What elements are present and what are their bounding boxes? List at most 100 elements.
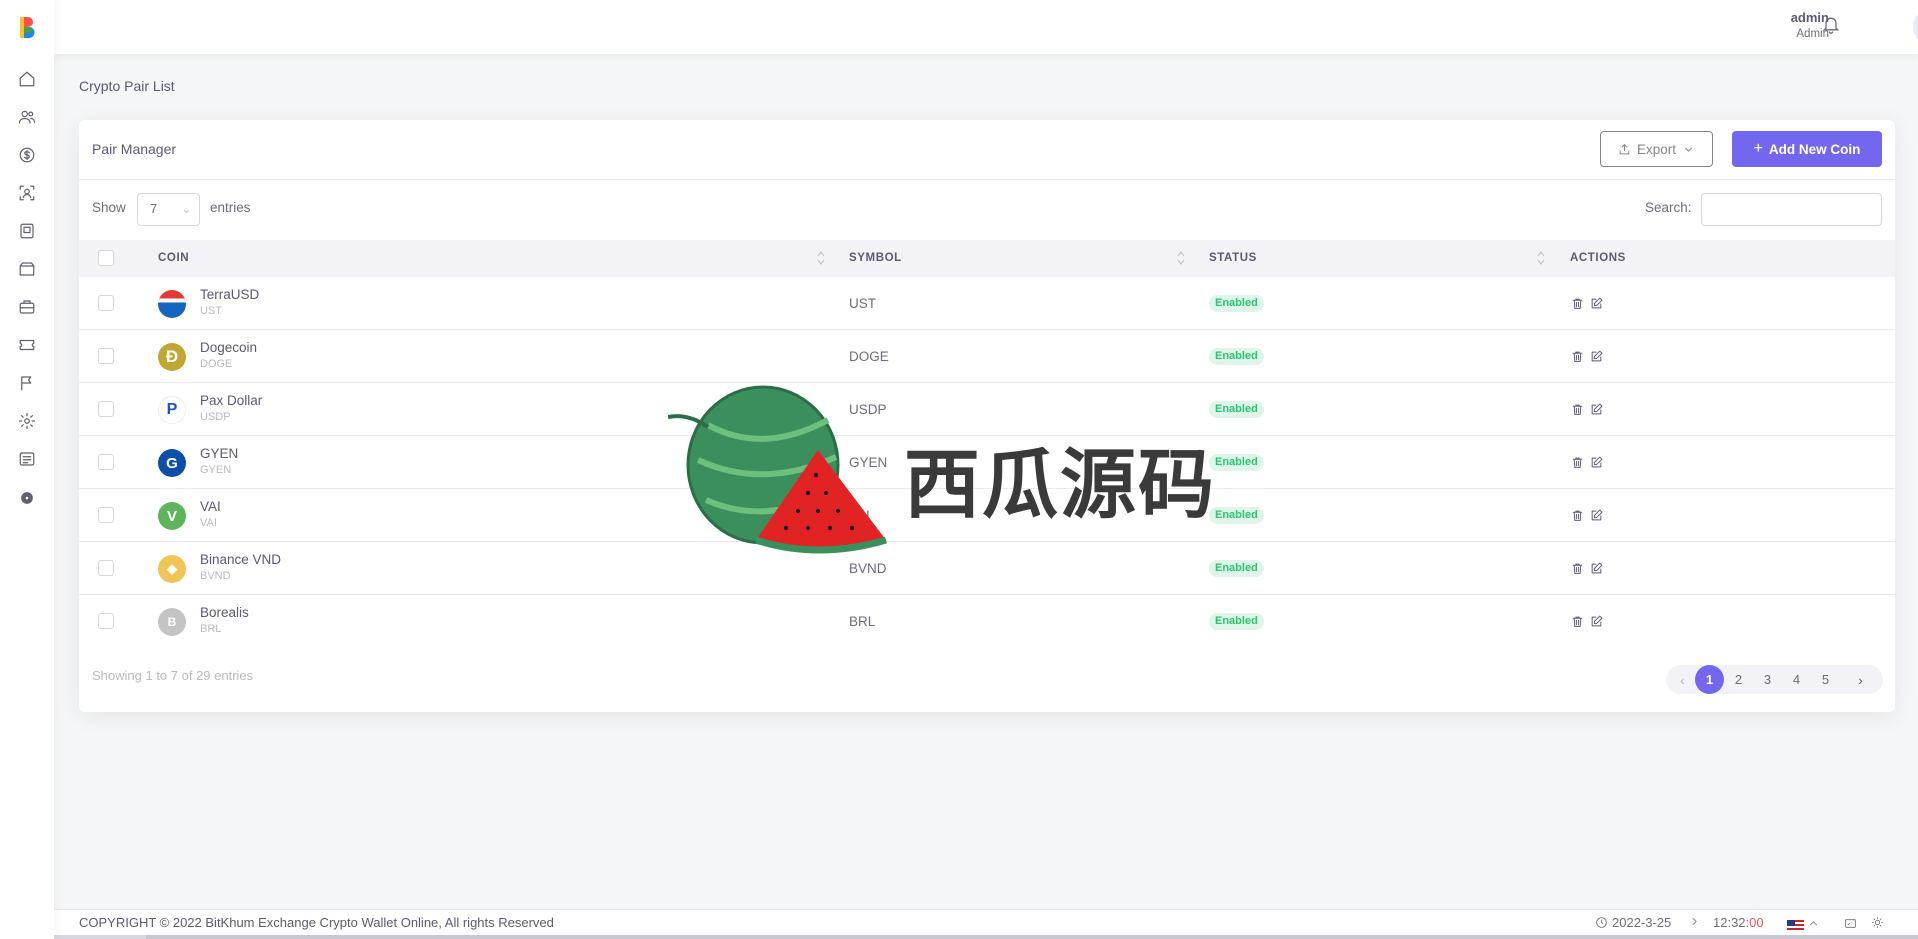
column-header-symbol[interactable]: SYMBOL [849, 252, 902, 264]
coin-symbol-sub: DOGE [200, 358, 233, 370]
ticket-icon[interactable] [16, 334, 38, 356]
coin-icon-binance-vnd: ◆ [158, 555, 186, 583]
entries-select[interactable]: 7 ⌄ [137, 193, 200, 226]
coin-icon-dogecoin: Ð [158, 343, 186, 371]
table-row: V VAI VAI VAI Enabled [79, 489, 1895, 542]
time-seconds: 00 [1749, 915, 1764, 930]
coin-symbol: BVND [849, 561, 887, 576]
sort-icon[interactable] [1537, 250, 1545, 266]
column-header-coin[interactable]: COIN [158, 252, 189, 264]
sort-icon[interactable] [1177, 250, 1185, 266]
user-scan-icon[interactable] [16, 182, 38, 204]
scrollbar-thumb[interactable] [146, 935, 1918, 939]
trash-icon[interactable] [1571, 403, 1584, 416]
trash-icon[interactable] [1571, 509, 1584, 522]
status-badge: Enabled [1209, 454, 1264, 471]
coin-icon-pax-dollar: P [158, 396, 186, 424]
export-button[interactable]: Export [1600, 131, 1713, 167]
brand-logo[interactable] [17, 14, 37, 40]
coin-symbol-sub: USDP [200, 411, 231, 423]
add-new-coin-button[interactable]: + Add New Coin [1732, 131, 1882, 167]
trash-icon[interactable] [1571, 456, 1584, 469]
edit-icon[interactable] [1590, 562, 1603, 575]
top-navbar: admin Admin A [54, 0, 1918, 54]
footer-time: 12:32: 00 [1713, 915, 1764, 930]
row-checkbox[interactable] [98, 507, 114, 523]
footer-date: 2022-3-25 [1595, 915, 1671, 930]
wallet-icon[interactable] [16, 258, 38, 280]
status-badge: Enabled [1209, 295, 1264, 312]
edit-icon[interactable] [1590, 615, 1603, 628]
trash-icon[interactable] [1571, 297, 1584, 310]
page-button-4[interactable]: 4 [1782, 665, 1811, 694]
coin-name: Binance VND [200, 552, 282, 567]
status-badge: Enabled [1209, 401, 1264, 418]
prev-page-button[interactable]: ‹ [1668, 665, 1697, 694]
time-text: 12:32: [1713, 915, 1750, 930]
home-icon[interactable] [16, 68, 38, 90]
row-checkbox[interactable] [98, 401, 114, 417]
page-button-1[interactable]: 1 [1695, 665, 1724, 694]
table-row: Ð Dogecoin DOGE DOGE Enabled [79, 330, 1895, 383]
chevron-up-icon[interactable] [1807, 917, 1820, 930]
us-flag-icon[interactable] [1787, 920, 1804, 932]
edit-icon[interactable] [1590, 350, 1603, 363]
trash-icon[interactable] [1571, 562, 1584, 575]
settings-icon[interactable] [16, 410, 38, 432]
page-button-3[interactable]: 3 [1753, 665, 1782, 694]
divider [79, 179, 1895, 180]
page-button-5[interactable]: 5 [1811, 665, 1840, 694]
select-all-checkbox[interactable] [98, 250, 114, 266]
gear-icon[interactable] [16, 487, 38, 509]
row-checkbox[interactable] [98, 613, 114, 629]
export-label: Export [1636, 141, 1677, 157]
coin-symbol-sub: BRL [200, 623, 222, 635]
flag-icon[interactable] [16, 372, 38, 394]
table-row: ◆ Binance VND BVND BVND Enabled [79, 542, 1895, 595]
coin-symbol-sub: BVND [200, 570, 231, 582]
column-header-status[interactable]: STATUS [1209, 252, 1257, 264]
trash-icon[interactable] [1571, 615, 1584, 628]
document-icon[interactable] [16, 220, 38, 242]
pagination: ‹ 1 2 3 4 5 › [1666, 665, 1883, 694]
coin-name: TerraUSD [200, 287, 260, 302]
user-name[interactable]: admin [1791, 10, 1829, 25]
page-button-2[interactable]: 2 [1724, 665, 1753, 694]
message-icon[interactable] [16, 448, 38, 470]
trash-icon[interactable] [1571, 350, 1584, 363]
column-header-actions: ACTIONS [1570, 252, 1626, 264]
row-checkbox[interactable] [98, 295, 114, 311]
edit-icon[interactable] [1590, 297, 1603, 310]
coin-symbol-sub: VAI [200, 517, 217, 529]
briefcase-icon[interactable] [16, 296, 38, 318]
user-role: Admin [1796, 28, 1829, 40]
dollar-icon[interactable] [16, 144, 38, 166]
avatar[interactable]: A [1913, 8, 1918, 46]
row-checkbox[interactable] [98, 560, 114, 576]
row-checkbox[interactable] [98, 454, 114, 470]
coin-symbol-sub: GYEN [200, 464, 232, 476]
coin-symbol: USDP [849, 402, 887, 417]
plus-icon: + [1753, 140, 1763, 157]
next-page-button[interactable]: › [1846, 665, 1875, 694]
horizontal-scrollbar[interactable] [0, 935, 1918, 939]
chevron-down-icon: ⌄ [181, 204, 191, 216]
sun-icon[interactable] [1871, 916, 1884, 929]
row-checkbox[interactable] [98, 348, 114, 364]
show-label: Show [92, 200, 126, 215]
edit-icon[interactable] [1590, 456, 1603, 469]
status-badge: Enabled [1209, 348, 1264, 365]
coin-icon-terrausd [158, 290, 186, 318]
edit-icon[interactable] [1590, 509, 1603, 522]
sort-icon[interactable] [817, 250, 825, 266]
fullscreen-icon[interactable] [1843, 917, 1858, 930]
upload-icon [1619, 143, 1630, 154]
coin-symbol: DOGE [849, 349, 889, 364]
coin-symbol-sub: UST [200, 305, 222, 317]
date-text: 2022-3-25 [1612, 915, 1672, 930]
edit-icon[interactable] [1590, 403, 1603, 416]
search-label: Search: [1645, 200, 1692, 215]
coin-symbol: UST [849, 296, 876, 311]
users-icon[interactable] [16, 106, 38, 128]
search-input[interactable] [1701, 193, 1882, 226]
